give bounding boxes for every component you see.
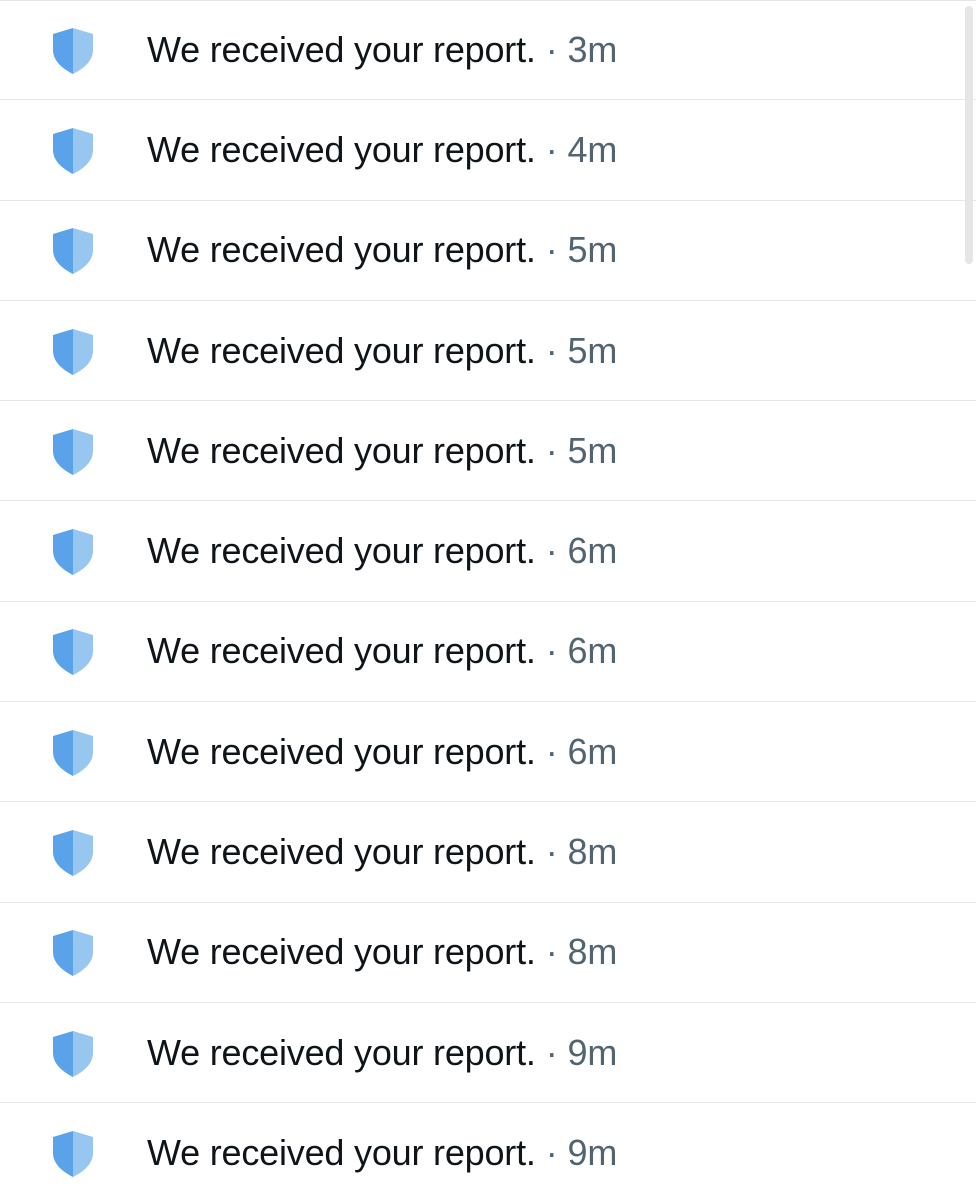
- notification-text: We received your report. · 5m: [147, 329, 618, 371]
- notification-message: We received your report.: [147, 730, 536, 772]
- shield-icon: [49, 26, 97, 75]
- notification-text: We received your report. · 9m: [147, 1131, 618, 1173]
- list-item[interactable]: We received your report. · 8m: [0, 903, 976, 1003]
- timestamp: 9m: [567, 1131, 618, 1173]
- notification-message: We received your report.: [147, 329, 536, 371]
- shield-icon: [49, 126, 97, 174]
- notification-text: We received your report. · 9m: [147, 1031, 618, 1073]
- notification-text: We received your report. · 5m: [147, 429, 618, 471]
- notification-text: We received your report. · 5m: [147, 230, 617, 270]
- notification-text: We received your report. · 6m: [147, 531, 617, 571]
- timestamp: 6m: [567, 630, 618, 672]
- shield-icon: [49, 828, 97, 877]
- notification-list: We received your report. · 3m We received …: [0, 0, 976, 1200]
- notification-message: We received your report.: [147, 530, 536, 572]
- notification-message: We received your report.: [147, 831, 536, 873]
- list-item[interactable]: We received your report. · 6m: [0, 702, 976, 803]
- notification-message: We received your report.: [147, 630, 536, 672]
- list-item[interactable]: We received your report. · 4m: [0, 100, 976, 201]
- notification-text: We received your report. · 3m: [147, 30, 617, 70]
- shield-icon: [49, 928, 97, 977]
- timestamp: 8m: [567, 831, 618, 873]
- shield-icon: [49, 627, 97, 676]
- separator-dot: ·: [545, 630, 558, 672]
- list-item[interactable]: We received your report. · 8m: [0, 802, 976, 903]
- list-item[interactable]: We received your report. · 5m: [0, 401, 976, 502]
- shield-icon: [49, 1029, 97, 1077]
- notification-text: We received your report. · 6m: [147, 631, 617, 671]
- timestamp: 6m: [567, 730, 618, 772]
- timestamp: 9m: [567, 1031, 618, 1073]
- shield-icon: [49, 327, 97, 375]
- notification-text: We received your report. · 6m: [147, 730, 618, 772]
- separator-dot: ·: [545, 931, 558, 973]
- notification-message: We received your report.: [147, 1031, 536, 1073]
- notification-message: We received your report.: [147, 229, 536, 271]
- notification-message: We received your report.: [147, 429, 536, 471]
- shield-icon: [49, 1129, 97, 1177]
- notification-message: We received your report.: [147, 931, 536, 973]
- timestamp: 5m: [567, 229, 618, 271]
- notification-message: We received your report.: [147, 1131, 536, 1173]
- separator-dot: ·: [545, 29, 558, 71]
- separator-dot: ·: [545, 1031, 558, 1073]
- notification-text: We received your report. · 4m: [147, 128, 618, 170]
- timestamp: 6m: [567, 530, 618, 572]
- separator-dot: ·: [545, 831, 558, 873]
- list-item[interactable]: We received your report. · 9m: [0, 1003, 976, 1104]
- timestamp: 8m: [567, 931, 618, 973]
- separator-dot: ·: [545, 229, 558, 271]
- notification-message: We received your report.: [147, 29, 536, 71]
- notification-message: We received your report.: [147, 128, 536, 170]
- timestamp: 3m: [567, 29, 618, 71]
- list-item[interactable]: We received your report. · 5m: [0, 301, 976, 402]
- notification-text: We received your report. · 8m: [147, 832, 617, 872]
- list-item[interactable]: We received your report. · 5m: [0, 201, 976, 301]
- separator-dot: ·: [545, 429, 558, 471]
- timestamp: 4m: [567, 128, 618, 170]
- scrollbar[interactable]: [965, 6, 973, 264]
- list-item[interactable]: We received your report. · 6m: [0, 501, 976, 602]
- timestamp: 5m: [567, 429, 618, 471]
- list-item[interactable]: We received your report. · 6m: [0, 602, 976, 703]
- separator-dot: ·: [545, 530, 558, 572]
- shield-icon: [49, 226, 97, 275]
- list-item[interactable]: We received your report. · 9m: [0, 1103, 976, 1200]
- separator-dot: ·: [545, 1131, 558, 1173]
- shield-icon: [49, 728, 97, 776]
- list-item[interactable]: We received your report. · 3m: [0, 0, 976, 101]
- timestamp: 5m: [567, 329, 618, 371]
- separator-dot: ·: [545, 128, 558, 170]
- shield-icon: [49, 427, 97, 475]
- separator-dot: ·: [545, 329, 558, 371]
- notification-text: We received your report. · 8m: [147, 932, 617, 972]
- shield-icon: [49, 527, 97, 576]
- separator-dot: ·: [545, 730, 558, 772]
